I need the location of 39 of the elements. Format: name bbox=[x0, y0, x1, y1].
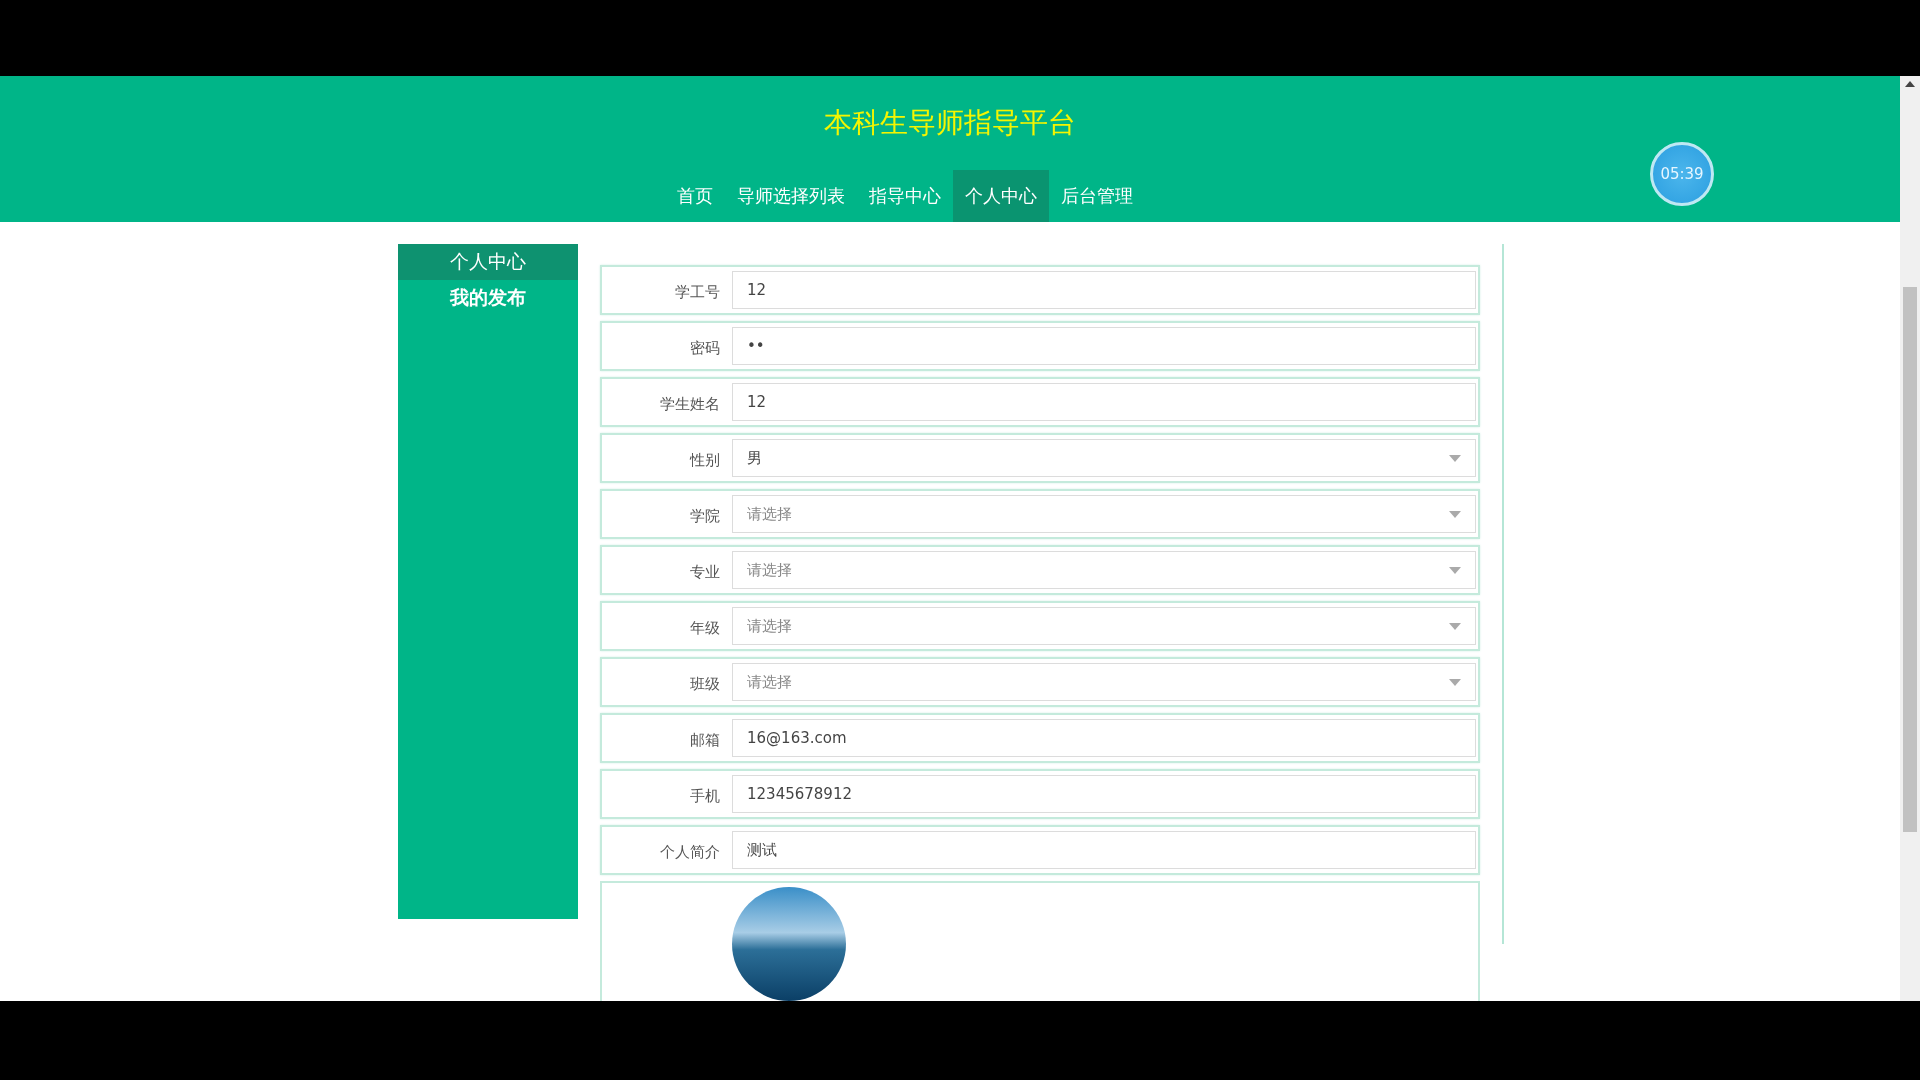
caret-icon bbox=[1449, 622, 1461, 630]
caret-icon bbox=[1449, 454, 1461, 462]
field-label: 年级 bbox=[689, 617, 721, 638]
input-field[interactable]: 12 bbox=[732, 383, 1476, 421]
scrollbar[interactable] bbox=[1900, 76, 1920, 1001]
select-field[interactable]: 请选择 bbox=[732, 663, 1476, 701]
scroll-up-icon[interactable] bbox=[1905, 81, 1915, 87]
field-label: 班级 bbox=[689, 673, 721, 694]
field-label: 学生姓名 bbox=[659, 393, 721, 414]
input-field[interactable]: 16@163.com bbox=[732, 719, 1476, 757]
field-label: 学院 bbox=[689, 505, 721, 526]
nav-tab[interactable]: 首页 bbox=[665, 170, 725, 222]
select-field[interactable]: 请选择 bbox=[732, 495, 1476, 533]
field-label: 邮箱 bbox=[689, 729, 721, 750]
nav-tab[interactable]: 个人中心 bbox=[953, 170, 1049, 222]
field-label: 手机 bbox=[689, 785, 721, 806]
field-label: 性别 bbox=[688, 449, 721, 470]
select-field[interactable]: 请选择 bbox=[732, 607, 1476, 645]
timer-badge: 05:39 bbox=[1650, 142, 1714, 206]
scrollbar-thumb[interactable] bbox=[1903, 287, 1917, 832]
site-title: 本科生导师指导平台 bbox=[824, 105, 1076, 141]
input-field[interactable]: 12 bbox=[732, 271, 1476, 309]
nav-tab[interactable]: 导师选择列表 bbox=[725, 170, 857, 222]
caret-icon bbox=[1449, 678, 1461, 686]
sidebar-item[interactable]: 个人中心 bbox=[398, 244, 578, 280]
input-field[interactable]: 12345678912 bbox=[732, 775, 1476, 813]
nav-tab[interactable]: 后台管理 bbox=[1049, 170, 1145, 222]
caret-icon bbox=[1449, 566, 1461, 574]
input-field[interactable]: 测试 bbox=[732, 831, 1476, 869]
input-field[interactable]: •• bbox=[732, 327, 1476, 365]
nav-tab[interactable]: 指导中心 bbox=[857, 170, 953, 222]
field-label: 学工号 bbox=[674, 281, 721, 302]
field-label: 个人简介 bbox=[659, 841, 721, 862]
caret-icon bbox=[1449, 510, 1461, 518]
sidebar-item[interactable]: 我的发布 bbox=[398, 280, 578, 316]
field-label: 专业 bbox=[689, 561, 721, 582]
field-label: 密码 bbox=[689, 337, 721, 358]
select-field[interactable]: 男 bbox=[732, 439, 1476, 477]
select-field[interactable]: 请选择 bbox=[732, 551, 1476, 589]
